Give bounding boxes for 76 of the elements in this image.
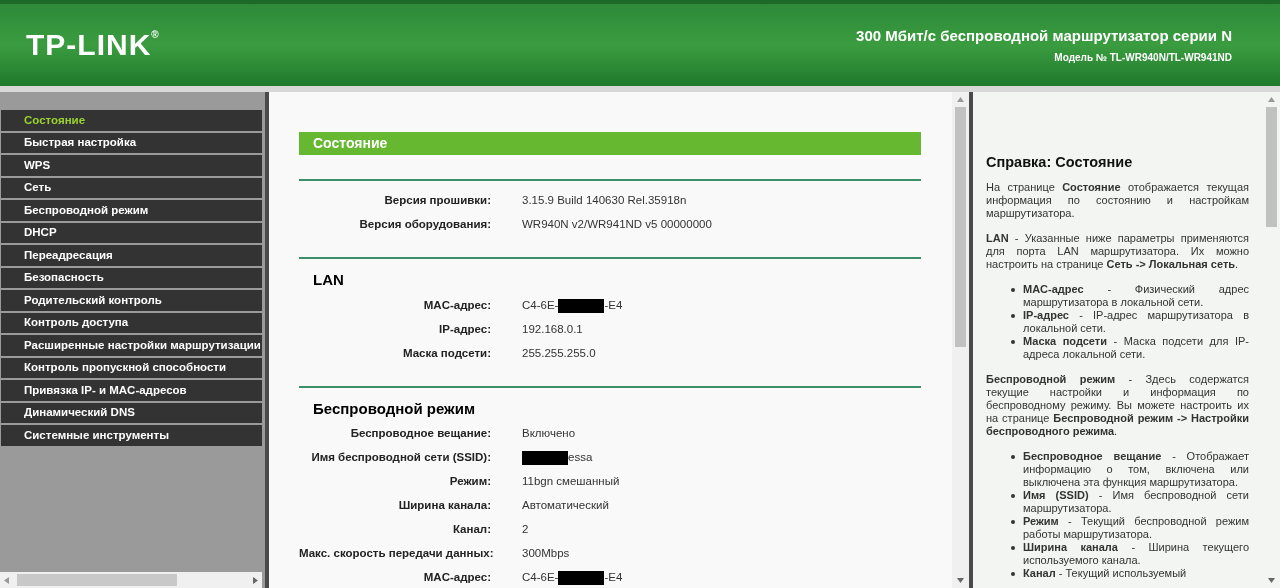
field-label: Режим: <box>448 474 491 490</box>
help-paragraph: LAN - Указанные ниже параметры применяются для порта LAN маршрутизатора. Их можно настроить на странице Сеть -> Локальная сеть. <box>986 232 1249 271</box>
field-value: 255.255.255.0 <box>522 345 596 361</box>
sidebar-item[interactable]: Состояние <box>1 110 262 131</box>
sidebar-item[interactable]: Привязка IP- и MAC-адресов <box>1 380 262 401</box>
field-label: IP-адрес: <box>438 321 491 337</box>
sidebar-item[interactable]: Контроль пропускной способности <box>1 357 262 378</box>
sidebar-item[interactable]: WPS <box>1 155 262 176</box>
page-title-bar: Состояние <box>299 132 921 155</box>
scroll-down-icon[interactable] <box>1268 578 1275 583</box>
field-value: Автоматический <box>522 498 609 514</box>
logo: TP-LINK® <box>26 30 160 60</box>
scroll-right-icon[interactable] <box>253 576 258 584</box>
help-title: Справка: Состояние <box>986 156 1134 169</box>
scroll-up-icon[interactable] <box>1268 97 1275 102</box>
bullet-icon <box>1011 493 1015 498</box>
sidebar-item[interactable]: Безопасность <box>1 267 262 288</box>
bullet-icon <box>1011 545 1015 550</box>
router-title: 300 Мбит/с беспроводной маршрутизатор серии N <box>856 26 1232 47</box>
help-list-item: Имя (SSID) - Имя беспроводной сети маршрутизатора. <box>1023 489 1249 515</box>
field-value: -E4 <box>604 570 623 586</box>
sidebar-item[interactable]: Родительский контроль <box>1 290 262 311</box>
help-list-item: Канал - Текущий используемый <box>1023 567 1188 580</box>
scrollbar-thumb[interactable] <box>1266 107 1277 227</box>
field-value: 192.168.0.1 <box>522 321 583 337</box>
help-list-item: Маска подсети - Маска подсети для IP-адреса локальной сети. <box>1023 335 1249 361</box>
field-value: C4-6E- <box>522 570 559 586</box>
sidebar-item[interactable]: Переадресация <box>1 245 262 266</box>
sidebar-item[interactable]: Сеть <box>1 177 262 198</box>
help-list-item: Ширина канала - Ширина текущего используемого канала. <box>1023 541 1249 567</box>
section-heading: Беспроводной режим <box>312 398 477 419</box>
field-label: Канал: <box>451 522 491 538</box>
field-label: Версия оборудования: <box>358 217 491 233</box>
scroll-down-icon[interactable] <box>957 578 964 583</box>
bullet-icon <box>1011 339 1015 344</box>
field-label: MAC-адрес: <box>422 297 491 313</box>
field-label: Макс. скорость передачи данных: <box>299 546 491 562</box>
section-heading: LAN <box>312 270 345 290</box>
help-list-item: Режим - Текущий беспроводной режим работы маршрутизатора. <box>1023 515 1249 541</box>
help-list-item: Беспроводное вещание - Отображает информацию о том, включена или выключена эта функция маршрутизатора. <box>1023 450 1249 489</box>
field-value: -E4 <box>604 297 623 313</box>
sidebar-item[interactable]: Быстрая настройка <box>1 132 262 153</box>
bullet-icon <box>1011 313 1015 318</box>
help-list-item: MAC-адрес - Физический адрес маршрутизатора в локальной сети. <box>1023 283 1249 309</box>
field-label: Ширина канала: <box>397 498 491 514</box>
field-label: MAC-адрес: <box>422 570 491 586</box>
field-value: essa <box>568 450 593 466</box>
field-value: C4-6E- <box>522 297 559 313</box>
scroll-left-icon[interactable] <box>4 576 9 584</box>
sidebar-item[interactable]: DHCP <box>1 222 262 243</box>
sidebar-item[interactable]: Системные инструменты <box>1 425 262 446</box>
field-value: 11bgn смешанный <box>522 474 620 490</box>
sidebar-item[interactable]: Расширенные настройки маршрутизации <box>1 335 262 356</box>
sidebar-item[interactable]: Динамический DNS <box>1 402 262 423</box>
field-label: Имя беспроводной сети (SSID): <box>310 450 491 466</box>
bullet-icon <box>1011 454 1015 459</box>
bullet-icon <box>1011 287 1015 292</box>
scrollbar-thumb[interactable] <box>955 107 966 347</box>
field-value: 2 <box>522 522 529 538</box>
help-paragraph: На странице Состояние отображается текущая информация по состоянию и настройкам маршрутизатора. <box>986 181 1249 220</box>
help-list-item: IP-адрес - IP-адрес маршрутизатора в локальной сети. <box>1023 309 1249 335</box>
field-label: Беспроводное вещание: <box>349 426 491 442</box>
bullet-icon <box>1011 571 1015 576</box>
bullet-icon <box>1011 519 1015 524</box>
field-label: Маска подсети: <box>402 345 491 361</box>
scrollbar-thumb[interactable] <box>17 574 177 586</box>
field-value: 300Mbps <box>522 546 570 562</box>
field-value: WR940N v2/WR941ND v5 00000000 <box>522 217 712 233</box>
field-value: 3.15.9 Build 140630 Rel.35918n <box>522 193 687 209</box>
sidebar-item[interactable]: Контроль доступа <box>1 312 262 333</box>
sidebar-item[interactable]: Беспроводной режим <box>1 200 262 221</box>
scroll-up-icon[interactable] <box>957 97 964 102</box>
model-number: Модель № TL-WR940N/TL-WR941ND <box>1054 50 1232 65</box>
field-label: Версия прошивки: <box>383 193 491 209</box>
field-value: Включено <box>522 426 576 442</box>
help-paragraph: Беспроводной режим - Здесь содержатся текущие настройки и информация по беспроводному режиму. Вы можете настроить их на странице Беспроводной режим -> Настройки беспроводного режима. <box>986 373 1249 438</box>
